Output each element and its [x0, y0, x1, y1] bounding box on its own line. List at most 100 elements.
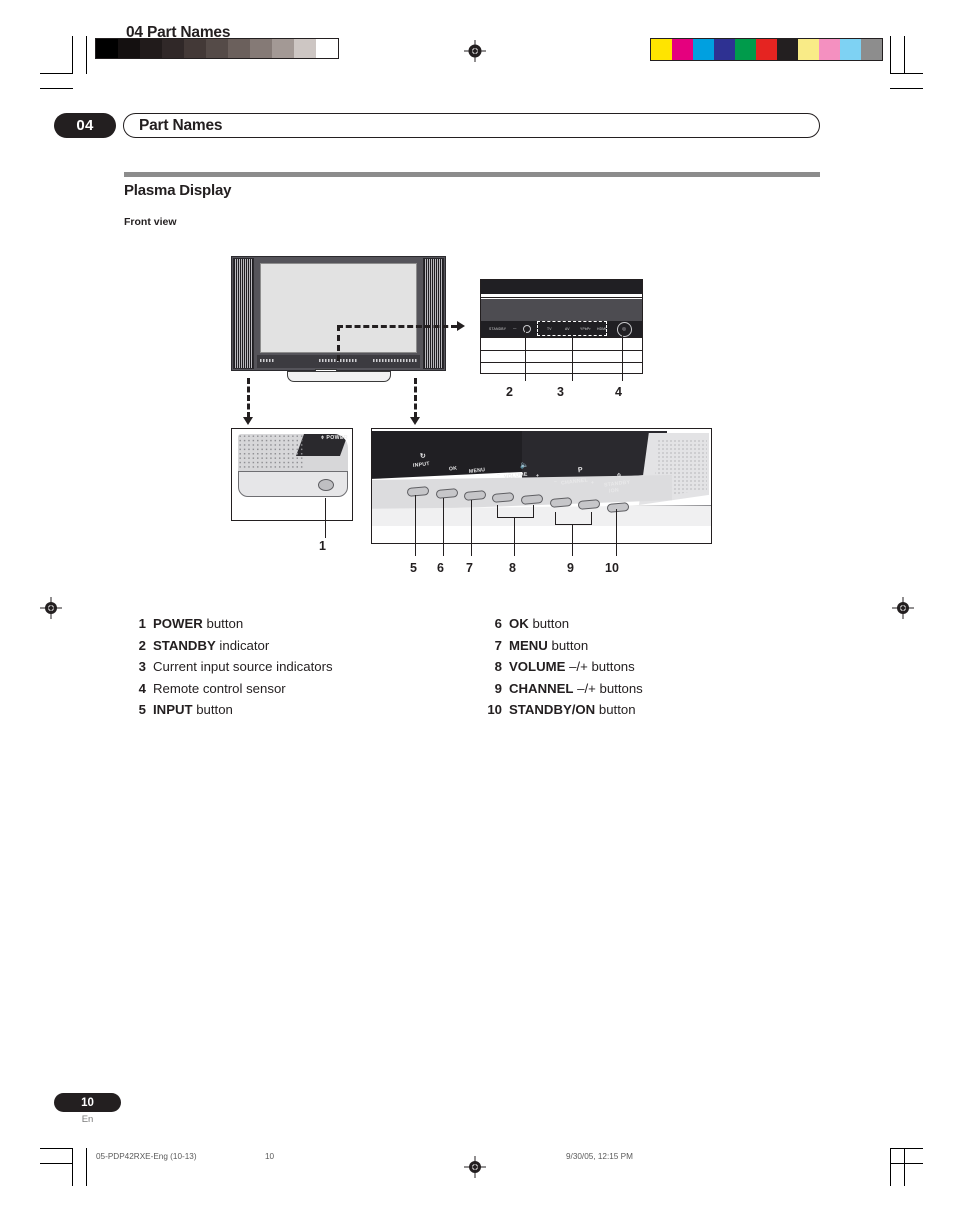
leader-callout-2: [525, 327, 526, 381]
callout-number-10: 10: [605, 561, 619, 575]
legend-item: 9 CHANNEL –/+ buttons: [480, 678, 810, 700]
legend-item-number: 7: [494, 637, 502, 653]
legend-item-label: INPUT button: [153, 702, 233, 718]
channel-minus-button[interactable]: [549, 497, 573, 508]
crop-mark-bottom-left-h2: [40, 1163, 73, 1164]
gray-ramp-swatch: [228, 39, 250, 58]
leader-callout-10: [616, 509, 617, 556]
leader-callout-3: [572, 338, 573, 381]
callout-number-9: 9: [567, 561, 574, 575]
legend-column-right: 6 OK button 7 MENU button 8 VOLUME –/+ button…: [480, 613, 810, 721]
crop-mark-bottom-right-h: [890, 1148, 923, 1149]
tv-speaker-grille-left: [233, 258, 254, 369]
section-rule: [124, 172, 820, 177]
detail-divider-3: [481, 350, 642, 351]
detail-divider-1: [481, 297, 642, 298]
slug-page-number: 10: [265, 1152, 275, 1161]
detail-top-black-band: [481, 280, 642, 294]
legend-item-label: VOLUME –/+ buttons: [509, 659, 635, 675]
gray-ramp-swatch: [294, 39, 316, 58]
crop-mark-top-right-h: [890, 73, 923, 74]
crop-mark-top-left-v2: [86, 36, 87, 74]
standby-on-label-line2: /ON: [608, 487, 620, 495]
tv-bezel-marks-right: [373, 359, 417, 362]
channel-plus-label: +: [590, 479, 595, 487]
gray-ramp-swatch: [206, 39, 228, 58]
legend-item-number: 5: [138, 702, 146, 718]
legend-item: 1 POWER button: [124, 613, 474, 635]
legend-item: 5 INPUT button: [124, 699, 474, 721]
legend-item: 8 VOLUME –/+ buttons: [480, 656, 810, 678]
crop-mark-top-left-v: [72, 36, 73, 74]
gray-ramp: [95, 38, 339, 59]
input-icon: ↻: [419, 452, 427, 461]
slug-filename: 05-PDP42RXE-Eng (10-13): [96, 1152, 197, 1161]
dashed-leader-bezel-vertical: [337, 325, 340, 361]
brace-volume-buttons: [497, 505, 534, 518]
color-bar-swatch: [840, 39, 861, 60]
legend-item: 7 MENU button: [480, 635, 810, 657]
color-bar-swatch: [756, 39, 777, 60]
legend-item-label: STANDBY/ON button: [509, 702, 636, 718]
tv-speaker-grille-right: [423, 258, 444, 369]
input-indicator-hdmi: HDMI: [597, 327, 607, 331]
callout-number-2: 2: [506, 385, 513, 399]
dashed-leader-power-vertical: [247, 378, 250, 418]
legend-item-number: 1: [138, 616, 146, 631]
color-bar-swatch: [735, 39, 756, 60]
callout-number-3: 3: [557, 385, 564, 399]
power-button[interactable]: [318, 479, 334, 491]
control-panel-detail: ↻ INPUT OK MENU 🔈 – VOLUME + P – CHANNEL…: [371, 428, 712, 544]
power-label-text: POWER: [326, 435, 348, 441]
legend-item-label: Current input source indicators: [153, 659, 333, 675]
legend-item-number: 9: [494, 680, 502, 696]
chapter-title: Part Names: [139, 116, 223, 134]
callout-number-7: 7: [466, 561, 473, 575]
detail-divider-2: [481, 337, 642, 338]
crop-mark-top-right-v2: [904, 36, 905, 74]
legend-item-label: POWER button: [153, 616, 244, 631]
gray-ramp-swatch: [272, 39, 294, 58]
legend-column-left: 1 POWER button 2 STANDBY indicator 3 Current …: [124, 613, 474, 721]
gray-ramp-swatch: [96, 39, 118, 58]
input-indicator-av: AV: [565, 327, 570, 331]
subsection-title: Front view: [124, 216, 177, 228]
crop-mark-bottom-right-v: [890, 1148, 891, 1186]
brace-channel-buttons: [555, 512, 592, 525]
input-indicator-ypbpr: YPbPr: [580, 327, 591, 331]
legend-item-number: 10: [487, 702, 502, 718]
language-code: En: [81, 1114, 94, 1125]
section-title: Plasma Display: [124, 182, 232, 199]
leader-callout-5: [415, 495, 416, 556]
registration-mark-left: [40, 597, 62, 619]
legend-item-number: 3: [138, 659, 146, 675]
crop-mark-top-right-h2: [890, 88, 923, 89]
legend-item-number: 6: [494, 616, 502, 631]
dashed-leader-panel-vertical: [414, 378, 417, 418]
leader-callout-8: [514, 517, 515, 556]
input-indicator-tv: TV: [547, 327, 552, 331]
power-button-detail: ⌽ POWER: [231, 428, 353, 521]
legend-item-number: 2: [138, 637, 146, 653]
color-bar-swatch: [714, 39, 735, 60]
color-bar-swatch: [777, 39, 798, 60]
power-symbol-icon: ⌽: [321, 435, 325, 441]
callout-number-1: 1: [319, 539, 326, 553]
detail-gray-band: [481, 299, 642, 321]
color-bar-swatch: [819, 39, 840, 60]
color-bar-swatch: [651, 39, 672, 60]
callout-number-4: 4: [615, 385, 622, 399]
leader-callout-7: [471, 500, 472, 556]
legend-item-label: OK button: [509, 616, 570, 631]
leader-callout-9: [572, 524, 573, 556]
channel-icon: P: [577, 466, 584, 475]
legend-item-number: 4: [138, 680, 146, 696]
chapter-number-badge: 04: [54, 113, 116, 138]
legend-item: 3 Current input source indicators: [124, 656, 474, 678]
crop-mark-bottom-left-h: [40, 1148, 73, 1149]
crop-mark-bottom-right-v2: [904, 1148, 905, 1186]
slug-timestamp: 9/30/05, 12:15 PM: [566, 1152, 633, 1161]
legend-item: 6 OK button: [480, 613, 810, 635]
registration-mark-top: [464, 40, 486, 62]
standby-indicator-label: STANDBY: [489, 327, 507, 331]
